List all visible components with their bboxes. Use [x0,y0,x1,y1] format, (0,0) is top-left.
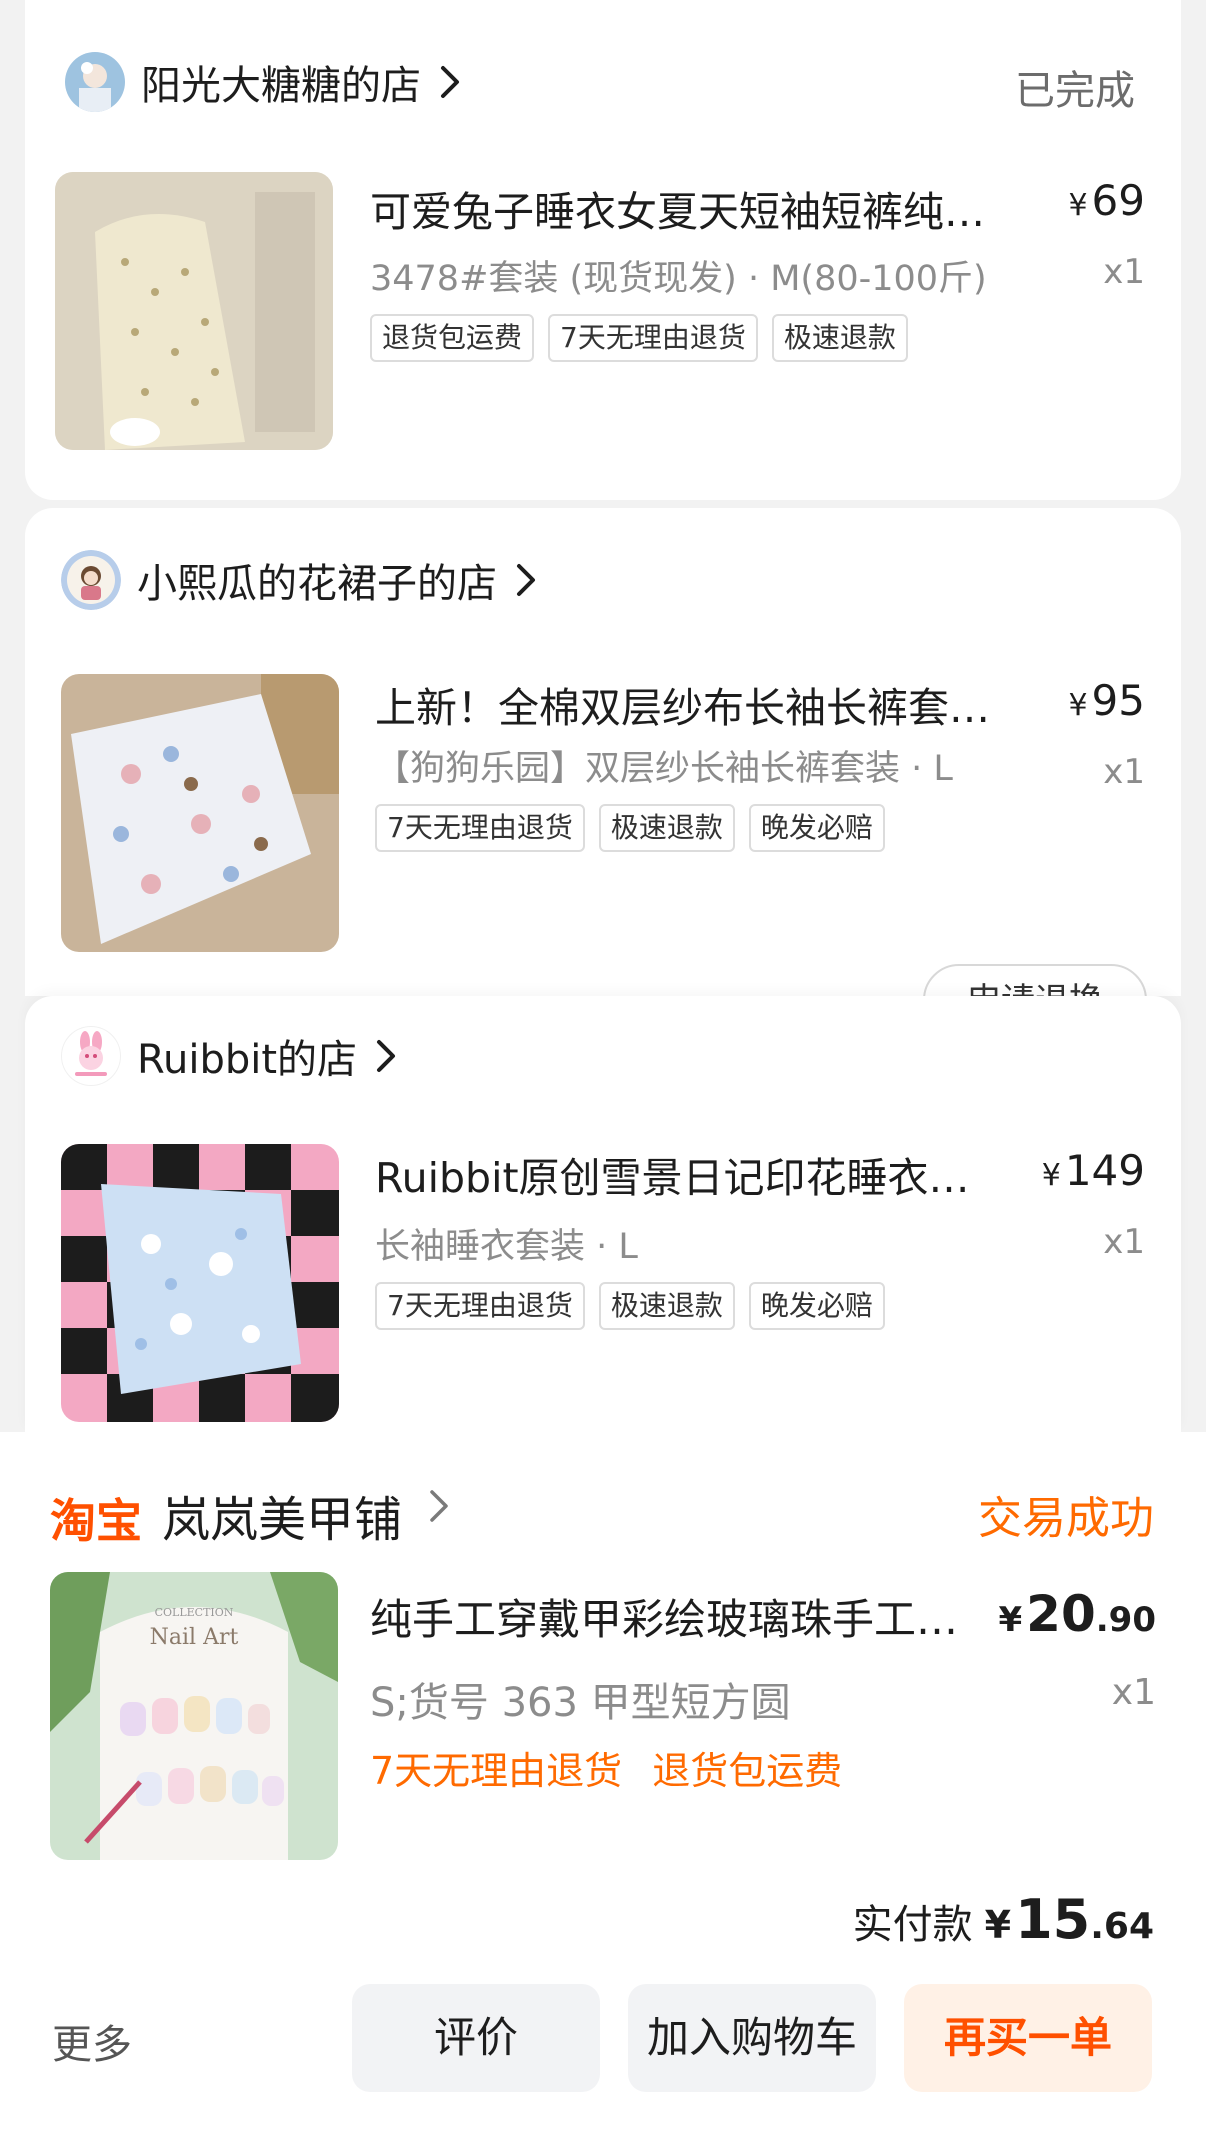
shop-avatar [61,550,121,610]
product-qty: x1 [1111,1672,1156,1713]
shop-name: 阳光大糖糖的店 [141,63,421,109]
paid-dec: .64 [1090,1906,1154,1947]
paid-int: 15 [1015,1888,1091,1951]
service-tag: 极速退款 [598,804,735,852]
product-image[interactable] [55,172,333,450]
product-sku: 【狗狗乐园】双层纱长袖长裤套装 · L [375,749,953,789]
order-status: 交易成功 [978,1493,1154,1544]
order-card-1[interactable]: 阳光大糖糖的店 已完成 可爱兔子睡衣女夏天短袖短裤纯… ¥69 3478#套装 … [25,0,1181,500]
shop-name[interactable]: 岚岚美甲铺 [162,1480,402,1550]
product-image[interactable] [61,1144,339,1422]
service-tag: 7天无理由退货 [548,314,758,362]
service-tag: 退货包运费 [652,1749,843,1793]
product-price: ¥149 [1042,1146,1145,1195]
product-price: ¥69 [1068,176,1145,225]
service-tag: 7天无理由退货 [375,804,585,852]
product-sku: 长袖睡衣套装 · L [375,1227,638,1267]
shop-link[interactable]: 小熙瓜的花裙子的店 [61,550,541,610]
service-tag: 7天无理由退货 [370,1749,623,1793]
shop-link[interactable]: 阳光大糖糖的店 [65,52,465,112]
paid-label: 实付款 [852,1902,973,1948]
chevron-right-icon [517,564,535,596]
order-card-2[interactable]: 小熙瓜的花裙子的店 上新！全棉双层纱布长袖长裤套… ¥95 【狗狗乐园】双层纱长… [25,508,1181,996]
service-tag: 晚发必赔 [748,804,885,852]
product-price: ¥95 [1068,676,1145,725]
product-qty: x1 [1103,1222,1145,1262]
price-value: 95 [1091,676,1145,725]
request-return-button[interactable]: 申请退换 [923,964,1147,996]
product-qty: x1 [1103,252,1145,292]
shop-avatar [65,52,125,112]
price-value: 69 [1091,176,1145,225]
order-card-3[interactable]: Ruibbit的店 Ruibbit原创雪景日记印花睡衣… ¥149 长袖睡衣套装… [25,996,1181,1432]
service-tag: 7天无理由退货 [375,1282,585,1330]
product-qty: x1 [1103,752,1145,792]
product-title[interactable]: 可爱兔子睡衣女夏天短袖短裤纯… [370,178,1050,238]
currency-symbol: ¥ [1041,1158,1061,1193]
add-to-cart-button[interactable]: 加入购物车 [628,1984,876,2092]
buy-again-button[interactable]: 再买一单 [904,1984,1152,2092]
shop-name: 小熙瓜的花裙子的店 [137,561,497,607]
product-image[interactable] [61,674,339,952]
price-dec: .90 [1095,1600,1156,1640]
currency-symbol: ¥ [984,1903,1012,1947]
product-image[interactable]: COLLECTION Nail Art [50,1572,338,1860]
service-tags: 7天无理由退货 极速退款 晚发必赔 [375,1282,885,1330]
service-tags: 7天无理由退货 退货包运费 [370,1740,842,1795]
shop-avatar [61,1026,121,1086]
price-int: 20 [1026,1585,1096,1643]
shop-name: Ruibbit的店 [137,1037,358,1083]
more-button[interactable]: 更多 [52,2012,132,2070]
service-tag: 极速退款 [598,1282,735,1330]
thumb-nail-art-text: Nail Art [150,1625,239,1650]
chevron-right-icon [441,66,459,98]
product-title[interactable]: 纯手工穿戴甲彩绘玻璃珠手工穿… [370,1586,990,1647]
chevron-right-icon [377,1040,396,1072]
chevron-right-icon[interactable] [426,1486,452,1526]
taobao-logo: 淘宝 [50,1494,142,1548]
paid-amount: 实付款 ¥ 15 .64 [853,1888,1154,1951]
review-button[interactable]: 评价 [352,1984,600,2092]
service-tag: 退货包运费 [370,314,535,362]
product-sku: 3478#套装 (现货现发) · M(80-100斤) [370,259,987,299]
price-value: 149 [1064,1146,1145,1195]
currency-symbol: ¥ [1068,188,1088,223]
product-price: ¥20.90 [999,1585,1157,1643]
service-tag: 晚发必赔 [748,1282,885,1330]
service-tags: 7天无理由退货 极速退款 晚发必赔 [375,804,885,852]
product-sku: S;货号 363 甲型短方圆 [370,1680,791,1726]
product-title[interactable]: Ruibbit原创雪景日记印花睡衣… [375,1144,1025,1204]
currency-symbol: ¥ [998,1600,1023,1640]
currency-symbol: ¥ [1068,688,1088,723]
service-tag: 极速退款 [771,314,908,362]
product-title[interactable]: 上新！全棉双层纱布长袖长裤套… [375,674,1045,734]
service-tags: 退货包运费 7天无理由退货 极速退款 [370,314,908,362]
thumb-collection-text: COLLECTION [155,1606,234,1619]
shop-link[interactable]: Ruibbit的店 [61,1026,401,1086]
order-status: 已完成 [1015,68,1135,114]
